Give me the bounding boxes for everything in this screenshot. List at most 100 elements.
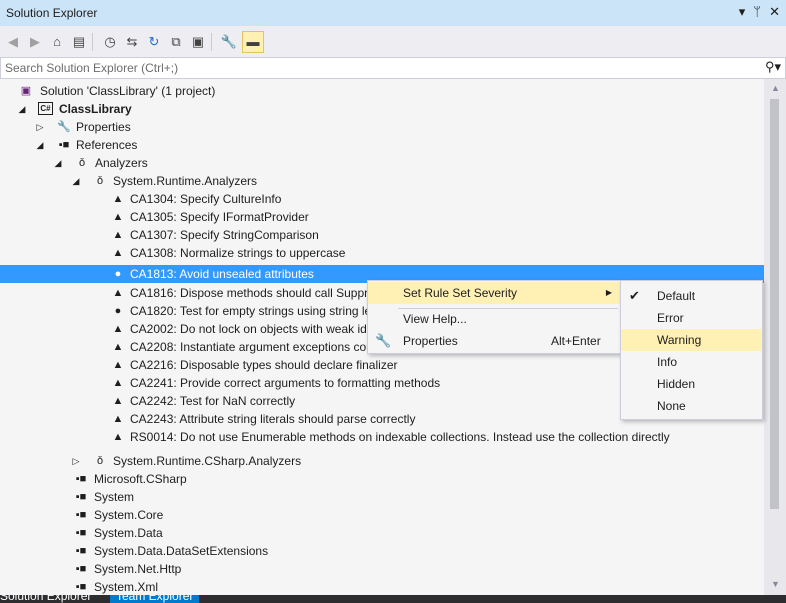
switch-views-icon[interactable]: ▤: [70, 33, 88, 51]
warning-rule-icon: ▲: [112, 431, 124, 443]
sync-icon[interactable]: ⇆: [123, 33, 141, 51]
tree-item-rule[interactable]: ▲ CA1304: Specify CultureInfo: [0, 190, 764, 208]
warning-rule-icon: ▲: [112, 229, 124, 241]
tree-item-analyzer-package[interactable]: ◢ ǒ System.Runtime.Analyzers: [0, 172, 764, 190]
tree-item-solution[interactable]: ▣ Solution 'ClassLibrary' (1 project): [0, 82, 764, 100]
menu-item-set-rule-set-severity[interactable]: Set Rule Set Severity ▶: [368, 282, 622, 304]
severity-item-error[interactable]: Error: [621, 307, 762, 329]
tree-item-label: System.Xml: [94, 580, 159, 594]
window-controls: ▾ ᛘ ✕: [739, 4, 780, 20]
warning-rule-icon: ▲: [112, 359, 124, 371]
reference-icon: ▪■: [75, 491, 87, 503]
reference-icon: ▪■: [75, 509, 87, 521]
analyzer-icon: ǒ: [96, 175, 104, 187]
warning-rule-icon: ▲: [112, 413, 124, 425]
collapsed-arrow-icon[interactable]: ▷: [71, 452, 81, 470]
expand-arrow-icon[interactable]: ◢: [35, 136, 45, 154]
search-box[interactable]: Search Solution Explorer (Ctrl+;) ⚲▾: [0, 57, 786, 79]
analyzer-icon: ǒ: [96, 455, 104, 467]
menu-item-properties[interactable]: 🔧 Properties Alt+Enter: [368, 330, 622, 352]
tree-item-label: RS0014: Do not use Enumerable methods on…: [130, 430, 670, 444]
reference-icon: ▪■: [75, 545, 87, 557]
tree-item-label: References: [76, 138, 138, 152]
menu-item-label: None: [657, 399, 686, 413]
tree-item-analyzer-package[interactable]: ▷ ǒ System.Runtime.CSharp.Analyzers: [0, 452, 764, 470]
tree-item-reference[interactable]: ▪■ Microsoft.CSharp: [0, 470, 764, 488]
search-input[interactable]: Search Solution Explorer (Ctrl+;): [5, 61, 178, 75]
submenu-arrow-icon: ▶: [605, 288, 612, 297]
pin-icon[interactable]: ᛘ: [753, 4, 761, 20]
tree-item-label: ClassLibrary: [59, 102, 132, 116]
bottom-tab-strip: Solution Explorer Team Explorer: [0, 595, 786, 603]
close-icon[interactable]: ✕: [769, 4, 780, 20]
menu-item-label: View Help...: [403, 312, 467, 326]
tree-item-reference[interactable]: ▪■ System.Xml: [0, 578, 764, 596]
forward-icon[interactable]: ▶: [26, 33, 44, 51]
tree-item-label: CA2242: Test for NaN correctly: [130, 394, 296, 408]
expand-arrow-icon[interactable]: ◢: [71, 172, 81, 190]
csharp-project-icon: C#: [38, 102, 53, 115]
solution-explorer-window: Solution Explorer ▾ ᛘ ✕ ◀ ▶ ⌂ ▤ ◷ ⇆ ↻ ⧉ …: [0, 0, 786, 603]
tree-item-reference[interactable]: ▪■ System.Net.Http: [0, 560, 764, 578]
severity-submenu: ✔ Default Error Warning Info Hidden None: [620, 280, 763, 420]
tree-item-label: System.Data.DataSetExtensions: [94, 544, 269, 558]
properties-icon[interactable]: 🔧: [220, 33, 238, 51]
menu-item-view-help[interactable]: View Help...: [368, 308, 622, 330]
history-icon[interactable]: ◷: [101, 33, 119, 51]
title-bar: Solution Explorer ▾ ᛘ ✕: [0, 0, 786, 26]
tab-solution-explorer[interactable]: Solution Explorer: [0, 595, 91, 603]
collapsed-arrow-icon[interactable]: ▷: [35, 118, 45, 136]
menu-item-label: Properties: [403, 334, 458, 348]
tree-item-label: CA1304: Specify CultureInfo: [130, 192, 282, 206]
tree-item-reference[interactable]: ▪■ System.Core: [0, 506, 764, 524]
tree-item-reference[interactable]: ▪■ System.Data: [0, 524, 764, 542]
tree-item-references[interactable]: ◢ ▪■ References: [0, 136, 764, 154]
show-all-files-icon[interactable]: ▣: [189, 33, 207, 51]
tree-item-label: System.Core: [94, 508, 164, 522]
toolbar: ◀ ▶ ⌂ ▤ ◷ ⇆ ↻ ⧉ ▣ 🔧 ▬: [0, 26, 786, 57]
back-icon[interactable]: ◀: [4, 33, 22, 51]
tree-item-project[interactable]: ◢ C# ClassLibrary: [0, 100, 764, 118]
expand-arrow-icon[interactable]: ◢: [53, 154, 63, 172]
menu-item-label: Info: [657, 355, 678, 369]
severity-item-default[interactable]: ✔ Default: [621, 285, 762, 307]
tab-team-explorer[interactable]: Team Explorer: [110, 595, 200, 603]
home-icon[interactable]: ⌂: [48, 33, 66, 51]
tree-item-rule[interactable]: ▲ CA1307: Specify StringComparison: [0, 226, 764, 244]
severity-item-none[interactable]: None: [621, 395, 762, 417]
tree-item-label: System: [94, 490, 135, 504]
refresh-icon[interactable]: ↻: [145, 33, 163, 51]
tree-item-reference[interactable]: ▪■ System.Data.DataSetExtensions: [0, 542, 764, 560]
dropdown-icon[interactable]: ▾: [739, 4, 746, 20]
menu-item-shortcut: Alt+Enter: [551, 334, 601, 348]
solution-icon: ▣: [20, 85, 32, 97]
severity-item-hidden[interactable]: Hidden: [621, 373, 762, 395]
tree-item-label: CA1305: Specify IFormatProvider: [130, 210, 309, 224]
severity-item-warning[interactable]: Warning: [621, 329, 762, 351]
tree-item-reference[interactable]: ▪■ System: [0, 488, 764, 506]
toolbar-separator: [211, 32, 212, 51]
severity-item-info[interactable]: Info: [621, 351, 762, 373]
reference-icon: ▪■: [75, 563, 87, 575]
tree-item-label: CA1308: Normalize strings to uppercase: [130, 246, 346, 260]
scroll-down-icon[interactable]: ▼: [771, 579, 780, 589]
checkmark-icon: ✔: [629, 288, 640, 303]
tree-item-label: CA2241: Provide correct arguments to for…: [130, 376, 441, 390]
tree-item-label: CA1816: Dispose methods should call Supp…: [130, 286, 375, 300]
tree-item-label: CA1813: Avoid unsealed attributes: [130, 267, 314, 281]
tree-item-rule[interactable]: ▲ CA1305: Specify IFormatProvider: [0, 208, 764, 226]
toolbar-separator: [92, 32, 93, 51]
tree-item-rule[interactable]: ▲ CA1308: Normalize strings to uppercase: [0, 244, 764, 262]
search-icon[interactable]: ⚲▾: [765, 59, 781, 75]
collapse-all-icon[interactable]: ⧉: [167, 33, 185, 51]
scroll-up-icon[interactable]: ▲: [771, 83, 780, 93]
scrollbar-thumb[interactable]: [770, 99, 779, 509]
preview-icon[interactable]: ▬: [242, 30, 264, 53]
tree-item-analyzers[interactable]: ◢ ǒ Analyzers: [0, 154, 764, 172]
tree-item-rule[interactable]: ▲ RS0014: Do not use Enumerable methods …: [0, 428, 764, 446]
expand-arrow-icon[interactable]: ◢: [17, 100, 27, 118]
info-rule-icon: ●: [114, 305, 122, 317]
vertical-scrollbar[interactable]: ▲ ▼: [764, 79, 786, 603]
tree-item-properties[interactable]: ▷ 🔧 Properties: [0, 118, 764, 136]
menu-item-label: Set Rule Set Severity: [403, 286, 518, 300]
